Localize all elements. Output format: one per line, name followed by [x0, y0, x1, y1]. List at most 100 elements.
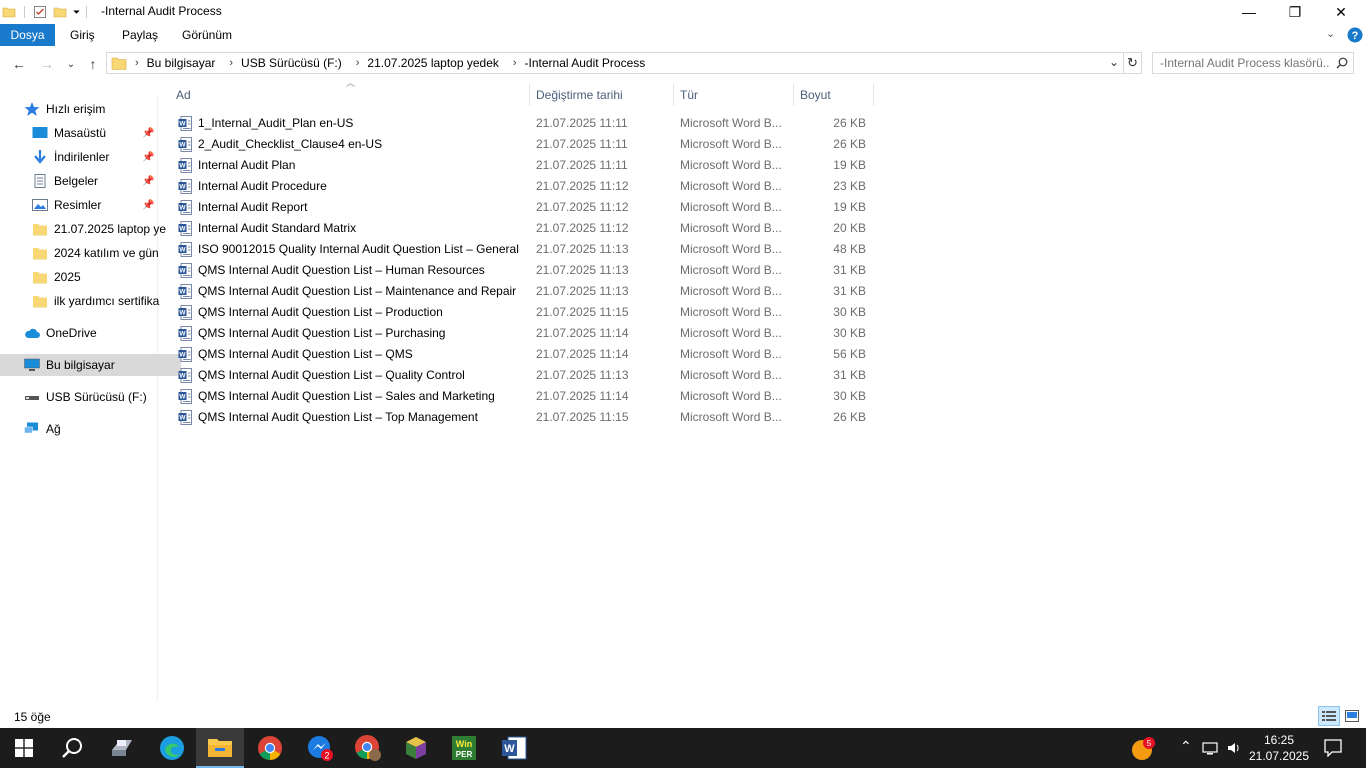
taskbar-app-winrar[interactable] — [392, 728, 440, 768]
customize-toolbar-chevron-icon[interactable]: ⏷ — [73, 7, 80, 18]
breadcrumb-separator-icon[interactable]: › — [513, 57, 517, 69]
restore-button[interactable]: ❐ — [1272, 0, 1318, 24]
file-row[interactable]: W 1_Internal_Audit_Plan en-US 21.07.2025 1… — [170, 113, 870, 134]
column-header-type[interactable]: Tür — [674, 84, 794, 106]
file-date: 21.07.2025 11:12 — [536, 221, 629, 235]
taskbar-app-messenger[interactable]: 2 — [296, 728, 344, 768]
taskbar-search-button[interactable] — [48, 728, 96, 768]
sidebar-item-usb-drive[interactable]: USB Sürücüsü (F:) — [0, 386, 181, 408]
start-button[interactable] — [0, 728, 48, 768]
breadcrumb-separator-icon[interactable]: › — [229, 57, 233, 69]
file-type: Microsoft Word B... — [680, 284, 782, 298]
close-button[interactable]: ✕ — [1318, 0, 1364, 24]
properties-icon[interactable] — [33, 5, 47, 19]
breadcrumb-laptop-yedek[interactable]: 21.07.2025 laptop yedek — [367, 56, 498, 70]
breadcrumb-separator-icon[interactable]: › — [135, 57, 139, 69]
taskbar-clock[interactable]: 16:25 21.07.2025 — [1248, 732, 1310, 764]
sidebar-item-label: 2024 katılım ve gün — [54, 246, 159, 260]
help-icon[interactable]: ? — [1347, 27, 1363, 43]
taskbar-app-file-explorer[interactable] — [196, 728, 244, 768]
file-row[interactable]: W Internal Audit Standard Matrix 21.07.202… — [170, 218, 870, 239]
file-type: Microsoft Word B... — [680, 347, 782, 361]
tab-gorunum[interactable]: Görünüm — [182, 24, 232, 46]
file-row[interactable]: W QMS Internal Audit Question List – Huma… — [170, 260, 870, 281]
pin-icon[interactable]: 📌 — [142, 128, 154, 139]
new-folder-icon[interactable] — [53, 5, 67, 19]
pin-icon[interactable]: 📌 — [142, 200, 154, 211]
search-box[interactable] — [1152, 52, 1354, 74]
tray-notification-badge: 5 — [1147, 739, 1152, 748]
expand-ribbon-chevron-icon[interactable]: ⌄ — [1326, 27, 1335, 40]
search-icon[interactable] — [1336, 57, 1348, 69]
taskbar-app-chrome-profile[interactable] — [344, 728, 392, 768]
breadcrumb-internal-audit-process[interactable]: -Internal Audit Process — [525, 56, 646, 70]
address-bar[interactable]: › Bu bilgisayar › USB Sürücüsü (F:) › 21… — [106, 52, 1124, 74]
clock-time: 16:25 — [1263, 733, 1295, 747]
sidebar-item-network[interactable]: Ağ — [0, 418, 181, 440]
tray-app-icon[interactable]: 5 — [1130, 736, 1156, 762]
tab-dosya[interactable]: Dosya — [0, 24, 55, 46]
file-row[interactable]: W Internal Audit Report 21.07.2025 11:12 Mi… — [170, 197, 870, 218]
pin-icon[interactable]: 📌 — [142, 152, 154, 163]
file-row[interactable]: W 2_Audit_Checklist_Clause4 en-US 21.07.20… — [170, 134, 870, 155]
svg-text:W: W — [179, 373, 186, 380]
file-name: QMS Internal Audit Question List – Produ… — [198, 305, 443, 319]
sidebar-item-laptop-yedek[interactable]: 21.07.2025 laptop ye — [0, 218, 189, 240]
sidebar-item-2025[interactable]: 2025 — [0, 266, 189, 288]
file-row[interactable]: W QMS Internal Audit Question List – Qual… — [170, 365, 870, 386]
breadcrumb-usb-drive[interactable]: USB Sürücüsü (F:) — [241, 56, 342, 70]
file-row[interactable]: W QMS Internal Audit Question List – Sale… — [170, 386, 870, 407]
refresh-icon[interactable]: ↻ — [1124, 52, 1142, 74]
address-dropdown-chevron-icon[interactable]: ⌄ — [1109, 55, 1119, 69]
sidebar-item-downloads[interactable]: İndirilenler 📌 — [0, 146, 189, 168]
tab-paylas[interactable]: Paylaş — [122, 24, 158, 46]
taskbar-app-chrome[interactable] — [246, 728, 294, 768]
word-document-icon: W — [178, 389, 192, 404]
file-row[interactable]: W QMS Internal Audit Question List – Purc… — [170, 323, 870, 344]
notification-center-icon[interactable] — [1324, 739, 1342, 757]
breadcrumb-separator-icon[interactable]: › — [356, 57, 360, 69]
forward-arrow-icon[interactable]: → — [36, 54, 58, 74]
file-date: 21.07.2025 11:13 — [536, 368, 629, 382]
show-hidden-icons-chevron-icon[interactable]: ⌃ — [1180, 738, 1192, 755]
word-document-icon: W — [178, 368, 192, 383]
file-row[interactable]: W ISO 90012015 Quality Internal Audit Que… — [170, 239, 870, 260]
tab-giris[interactable]: Giriş — [70, 24, 95, 46]
sidebar-item-desktop[interactable]: Masaüstü 📌 — [0, 122, 189, 144]
taskbar-app-word[interactable]: W — [490, 728, 538, 768]
sidebar-item-this-pc[interactable]: Bu bilgisayar — [0, 354, 181, 376]
back-arrow-icon[interactable]: ← — [8, 54, 30, 74]
sidebar-item-pictures[interactable]: Resimler 📌 — [0, 194, 189, 216]
file-row[interactable]: W Internal Audit Procedure 21.07.2025 11:1… — [170, 176, 870, 197]
minimize-button[interactable]: — — [1226, 0, 1272, 24]
sidebar-item-ilk-yardimci[interactable]: ilk yardımcı sertifika — [0, 290, 189, 312]
large-icons-view-button[interactable] — [1342, 706, 1362, 726]
folder-icon[interactable] — [2, 5, 16, 19]
up-arrow-icon[interactable]: ↑ — [82, 54, 104, 74]
sidebar-item-onedrive[interactable]: OneDrive — [0, 322, 181, 344]
large-icons-view-icon — [1345, 710, 1359, 722]
file-type: Microsoft Word B... — [680, 158, 782, 172]
svg-text:W: W — [179, 226, 186, 233]
file-row[interactable]: W QMS Internal Audit Question List – Top … — [170, 407, 870, 428]
file-date: 21.07.2025 11:14 — [536, 389, 629, 403]
taskbar-app-printer[interactable] — [98, 728, 146, 768]
column-header-date[interactable]: Değiştirme tarihi — [530, 84, 674, 106]
sidebar-item-2024-katilim[interactable]: 2024 katılım ve gün — [0, 242, 189, 264]
file-row[interactable]: W QMS Internal Audit Question List – Main… — [170, 281, 870, 302]
volume-icon[interactable] — [1226, 740, 1242, 756]
file-row[interactable]: W QMS Internal Audit Question List – QMS 2… — [170, 344, 870, 365]
search-input[interactable] — [1158, 55, 1332, 71]
file-row[interactable]: W QMS Internal Audit Question List – Prod… — [170, 302, 870, 323]
pin-icon[interactable]: 📌 — [142, 176, 154, 187]
sidebar-item-quick-access[interactable]: Hızlı erişim — [0, 98, 181, 120]
breadcrumb-bu-bilgisayar[interactable]: Bu bilgisayar — [147, 56, 216, 70]
details-view-button[interactable] — [1318, 706, 1340, 726]
recent-locations-chevron-icon[interactable]: ⌄ — [60, 54, 82, 74]
taskbar-app-winper[interactable]: Win PER — [440, 728, 488, 768]
network-status-icon[interactable] — [1202, 740, 1218, 756]
sidebar-item-documents[interactable]: Belgeler 📌 — [0, 170, 189, 192]
taskbar-app-edge[interactable] — [148, 728, 196, 768]
file-row[interactable]: W Internal Audit Plan 21.07.2025 11:11 Micr… — [170, 155, 870, 176]
column-header-size[interactable]: Boyut — [794, 84, 874, 106]
